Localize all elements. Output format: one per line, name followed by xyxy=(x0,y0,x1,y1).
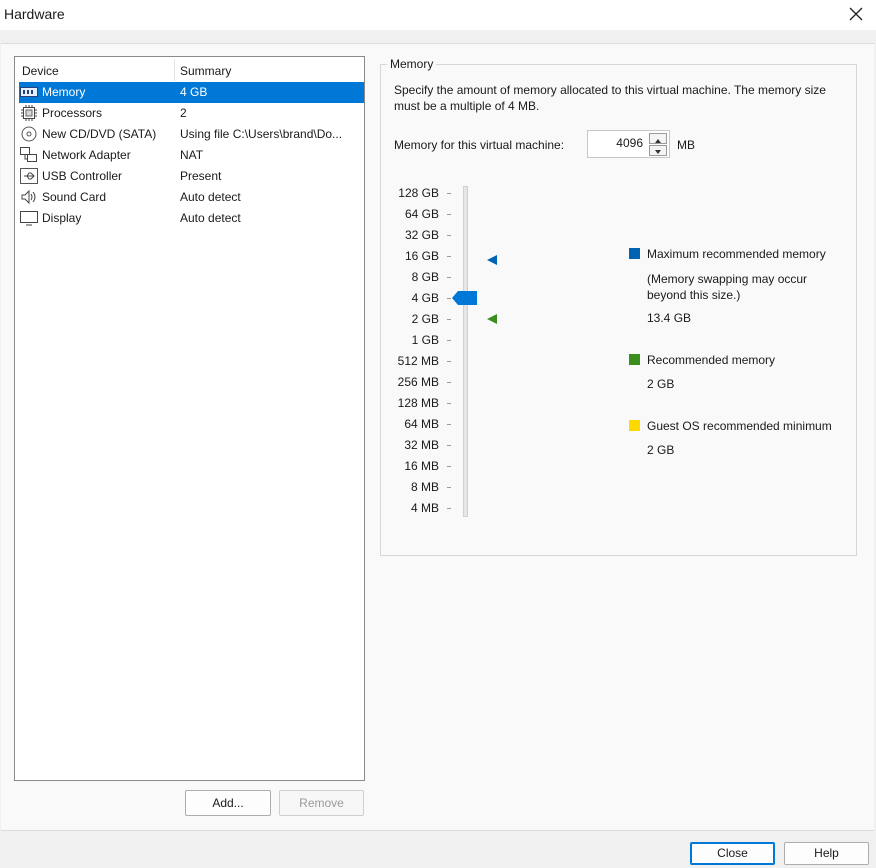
window-title: Hardware xyxy=(4,6,65,22)
device-row-network-adapter[interactable]: Network Adapter NAT xyxy=(19,145,364,166)
scale-label: 2 GB xyxy=(411,312,439,326)
add-button[interactable]: Add... xyxy=(185,790,271,816)
scale-tick xyxy=(447,214,451,215)
scale-tick xyxy=(447,487,451,488)
guest-minimum-value: 2 GB xyxy=(647,443,675,457)
scale-label: 128 GB xyxy=(398,186,439,200)
device-summary: 2 xyxy=(180,106,187,120)
remove-button[interactable]: Remove xyxy=(279,790,364,816)
scale-label: 1 GB xyxy=(411,333,439,347)
scale-label: 64 MB xyxy=(404,417,439,431)
recommended-value: 2 GB xyxy=(647,377,675,391)
max-recommended-marker-icon xyxy=(487,255,497,265)
device-name: USB Controller xyxy=(42,169,123,183)
scale-tick xyxy=(447,193,451,194)
device-row-display[interactable]: Display Auto detect xyxy=(19,208,364,229)
device-summary: Auto detect xyxy=(180,190,241,204)
scale-label: 128 MB xyxy=(397,396,439,410)
summary-column-header[interactable]: Summary xyxy=(180,64,231,78)
device-row-processors[interactable]: Processors 2 xyxy=(19,103,364,124)
device-name: New CD/DVD (SATA) xyxy=(42,127,157,141)
device-list[interactable]: Device Summary Memory 4 GB Processors 2 … xyxy=(14,56,365,781)
device-summary: Auto detect xyxy=(180,211,241,225)
recommended-swatch xyxy=(629,354,640,365)
close-window-icon[interactable] xyxy=(844,2,868,26)
scale-label: 16 MB xyxy=(404,459,439,473)
memory-group-title: Memory xyxy=(387,57,437,71)
chevron-down-icon xyxy=(655,150,661,154)
monitor-icon xyxy=(20,211,38,226)
scale-label: 8 MB xyxy=(410,480,439,494)
recommended-label: Recommended memory xyxy=(647,353,776,367)
close-button[interactable]: Close xyxy=(690,842,775,865)
scale-tick xyxy=(447,445,451,446)
device-summary: Present xyxy=(180,169,222,183)
scale-tick xyxy=(447,340,451,341)
device-list-header: Device Summary xyxy=(15,57,364,81)
device-row-memory[interactable]: Memory 4 GB xyxy=(19,82,364,103)
scale-label: 4 MB xyxy=(410,501,439,515)
memory-slider-track[interactable] xyxy=(463,186,468,517)
memory-size-input[interactable]: 4096 xyxy=(616,136,643,150)
guest-minimum-label: Guest OS recommended minimum xyxy=(647,419,832,433)
scale-label: 16 GB xyxy=(404,249,439,263)
device-name: Processors xyxy=(42,106,103,120)
scale-label: 4 GB xyxy=(411,291,439,305)
scale-tick xyxy=(447,298,451,299)
title-bar: Hardware xyxy=(0,0,876,30)
device-row-cd-dvd[interactable]: New CD/DVD (SATA) Using file C:\Users\br… xyxy=(19,124,364,145)
cd-dvd-icon xyxy=(21,126,37,142)
device-name: Sound Card xyxy=(42,190,107,204)
help-button[interactable]: Help xyxy=(784,842,869,865)
device-name: Network Adapter xyxy=(42,148,131,162)
memory-slider-thumb[interactable] xyxy=(452,291,477,305)
scale-tick xyxy=(447,319,451,320)
max-recommended-value: 13.4 GB xyxy=(647,311,692,325)
max-recommended-swatch xyxy=(629,248,640,259)
scale-tick xyxy=(447,361,451,362)
scale-tick xyxy=(447,235,451,236)
usb-icon xyxy=(20,168,38,184)
increment-button[interactable] xyxy=(649,133,667,144)
memory-unit: MB xyxy=(677,138,695,152)
processor-icon xyxy=(21,105,37,121)
scale-tick xyxy=(447,277,451,278)
scale-tick xyxy=(447,466,451,467)
max-recommended-label: Maximum recommended memory xyxy=(647,247,826,261)
scale-tick xyxy=(447,382,451,383)
scale-label: 256 MB xyxy=(397,375,439,389)
recommended-marker-icon xyxy=(487,314,497,324)
scale-tick xyxy=(447,256,451,257)
scale-tick xyxy=(447,508,451,509)
device-row-sound-card[interactable]: Sound Card Auto detect xyxy=(19,187,364,208)
guest-minimum-swatch xyxy=(629,420,640,431)
network-adapter-icon xyxy=(20,147,37,162)
device-summary: NAT xyxy=(180,148,204,162)
device-summary: 4 GB xyxy=(180,85,208,99)
scale-label: 512 MB xyxy=(397,354,439,368)
scale-label: 8 GB xyxy=(411,270,439,284)
device-row-usb-controller[interactable]: USB Controller Present xyxy=(19,166,364,187)
scale-label: 64 GB xyxy=(404,207,439,221)
device-name: Memory xyxy=(42,85,86,99)
scale-label: 32 MB xyxy=(404,438,439,452)
decrement-button[interactable] xyxy=(649,145,667,156)
scale-tick xyxy=(447,403,451,404)
scale-label: 32 GB xyxy=(404,228,439,242)
memory-field-label: Memory for this virtual machine: xyxy=(394,138,565,152)
device-column-header[interactable]: Device xyxy=(22,64,59,78)
memory-description: Specify the amount of memory allocated t… xyxy=(394,83,826,113)
max-recommended-note: (Memory swapping may occur beyond this s… xyxy=(647,272,808,302)
speaker-icon xyxy=(21,189,36,205)
memory-size-stepper[interactable]: 4096 xyxy=(587,130,670,158)
device-summary: Using file C:\Users\brand\Do... xyxy=(180,127,343,141)
scale-tick xyxy=(447,424,451,425)
device-name: Display xyxy=(42,211,82,225)
chevron-up-icon xyxy=(655,139,661,143)
memory-icon xyxy=(20,87,38,97)
